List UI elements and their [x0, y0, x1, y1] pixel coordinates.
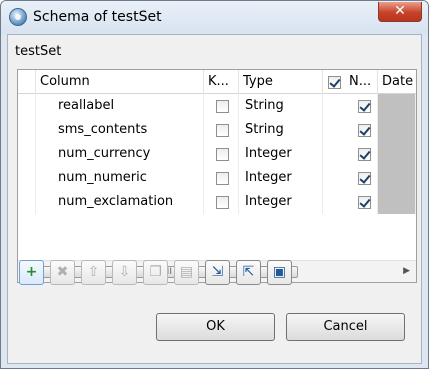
table-row[interactable]: sms_contents String [18, 118, 416, 142]
nullable-checkbox[interactable] [358, 172, 371, 185]
cell-nullable [323, 142, 378, 166]
table-row[interactable]: num_exclamation Integer [18, 190, 416, 214]
move-down-button[interactable]: ⇩ [112, 260, 137, 285]
add-button[interactable]: + [19, 260, 44, 285]
header-column[interactable]: Column [36, 70, 204, 94]
cell-key [204, 190, 239, 214]
save-icon: ▣ [272, 264, 287, 280]
nullable-checkbox[interactable] [358, 148, 371, 161]
cell-key [204, 142, 239, 166]
cell-date-pattern[interactable] [378, 142, 416, 166]
grid-header: Column K... Type N... Date [18, 70, 416, 94]
schema-grid: Column K... Type N... Date reallabel Stri… [17, 69, 417, 283]
nullable-checkbox[interactable] [358, 100, 371, 113]
remove-icon: ✖ [56, 264, 69, 280]
move-down-icon: ⇩ [118, 264, 131, 280]
row-selector[interactable] [18, 190, 36, 214]
header-nullable-label: N... [349, 74, 372, 89]
row-selector-header [18, 70, 36, 94]
move-up-button[interactable]: ⇧ [81, 260, 106, 285]
ok-button[interactable]: OK [156, 313, 275, 341]
cell-type[interactable]: Integer [239, 190, 323, 214]
row-selector[interactable] [18, 94, 36, 118]
copy-button[interactable]: ❐ [143, 260, 168, 285]
cell-nullable [323, 166, 378, 190]
row-selector[interactable] [18, 118, 36, 142]
cell-date-pattern[interactable] [378, 94, 416, 118]
schema-table-name: testSet [15, 44, 62, 59]
cancel-button[interactable]: Cancel [286, 313, 405, 341]
remove-button[interactable]: ✖ [50, 260, 75, 285]
key-checkbox[interactable] [216, 148, 229, 161]
header-nullable[interactable]: N... [323, 70, 378, 94]
cell-date-pattern[interactable] [378, 118, 416, 142]
cell-nullable [323, 118, 378, 142]
cell-type[interactable]: Integer [239, 142, 323, 166]
cell-date-pattern[interactable] [378, 190, 416, 214]
nullable-checkbox[interactable] [358, 196, 371, 209]
import-button[interactable]: ⇲ [205, 260, 230, 285]
add-icon: + [25, 264, 38, 280]
cell-column-name[interactable]: sms_contents [36, 118, 204, 142]
save-button[interactable]: ▣ [267, 260, 292, 285]
header-key[interactable]: K... [204, 70, 239, 94]
cell-column-name[interactable]: num_currency [36, 142, 204, 166]
talend-app-icon [9, 8, 27, 26]
table-row[interactable]: num_numeric Integer [18, 166, 416, 190]
key-checkbox[interactable] [216, 124, 229, 137]
cell-key [204, 166, 239, 190]
move-up-icon: ⇧ [87, 264, 100, 280]
title-bar: Schema of testSet ✕ [1, 1, 428, 34]
cell-type[interactable]: String [239, 94, 323, 118]
schema-dialog: Schema of testSet ✕ testSet Column K... … [0, 0, 429, 369]
import-icon: ⇲ [211, 264, 224, 280]
cell-key [204, 118, 239, 142]
cell-type[interactable]: String [239, 118, 323, 142]
nullable-header-checkbox[interactable] [328, 76, 341, 89]
row-selector[interactable] [18, 142, 36, 166]
close-button[interactable]: ✕ [378, 2, 422, 22]
paste-icon: ▤ [179, 264, 194, 280]
header-date[interactable]: Date [378, 70, 416, 94]
key-checkbox[interactable] [216, 100, 229, 113]
cell-key [204, 94, 239, 118]
export-icon: ⇱ [242, 264, 255, 280]
nullable-checkbox[interactable] [358, 124, 371, 137]
row-selector[interactable] [18, 166, 36, 190]
cell-date-pattern[interactable] [378, 166, 416, 190]
cell-type[interactable]: Integer [239, 166, 323, 190]
key-checkbox[interactable] [216, 172, 229, 185]
dialog-body: testSet Column K... Type N... Date reall… [7, 34, 422, 364]
copy-icon: ❐ [149, 264, 162, 280]
key-checkbox[interactable] [216, 196, 229, 209]
cell-nullable [323, 94, 378, 118]
cell-nullable [323, 190, 378, 214]
cell-column-name[interactable]: num_exclamation [36, 190, 204, 214]
header-type[interactable]: Type [239, 70, 323, 94]
table-row[interactable]: num_currency Integer [18, 142, 416, 166]
table-row[interactable]: reallabel String [18, 94, 416, 118]
scroll-right-icon[interactable]: ▶ [403, 266, 410, 276]
cell-column-name[interactable]: reallabel [36, 94, 204, 118]
paste-button[interactable]: ▤ [174, 260, 199, 285]
cell-column-name[interactable]: num_numeric [36, 166, 204, 190]
window-title: Schema of testSet [33, 9, 162, 25]
export-button[interactable]: ⇱ [236, 260, 261, 285]
